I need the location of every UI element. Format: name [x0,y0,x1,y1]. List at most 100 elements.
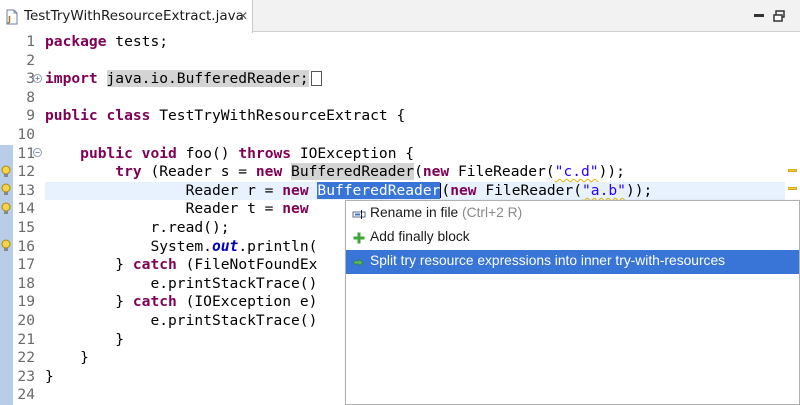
code-token: )); [598,163,625,181]
static-field: out [211,237,239,255]
code-line: try (Reader s = new BufferedReader(new F… [45,163,625,182]
quick-fix-bulb-icon[interactable] [0,239,12,253]
code-token: } [115,330,125,348]
string-literal: "a.b" [582,181,626,199]
line-number: 8 [26,88,35,106]
line-number: 22 [17,349,35,367]
keyword: public [45,107,98,125]
code-line: System.out.println( [45,238,317,257]
line-number: 10 [17,126,35,143]
quick-fix-bulb-icon[interactable] [0,165,12,179]
code-token: (Reader s = [141,163,256,181]
code-token: r.read(); [150,219,230,236]
code-line: public class TestTryWithResourceExtract … [45,107,405,126]
line-number: 18 [17,274,35,292]
quick-assist-item-rename[interactable]: Rename in file (Ctrl+2 R) [346,202,799,226]
keyword: void [141,144,177,162]
line-number: 17 [17,256,35,274]
code-token: ( [414,163,423,181]
code-line: Reader r = new BufferedReader(new FileRe… [45,181,653,201]
keyword: new [282,181,309,199]
keyword: import [45,70,98,88]
selected-text[interactable]: BufferedReader [317,181,441,199]
close-icon[interactable]: ✕ [236,9,250,23]
folded-region-box[interactable] [310,71,322,87]
code-token: tests; [106,33,169,50]
keyword: catch [132,293,177,311]
code-line: } catch (IOException e) [45,293,317,312]
line-number: 14 [17,200,35,218]
code-token: )); [625,181,653,199]
maximize-icon[interactable] [772,9,786,23]
java-file-icon: J [6,9,18,25]
quick-assist-item-add-finally[interactable]: Add finally block [346,226,799,250]
code-token: foo() [176,144,239,162]
keyword: public [80,144,133,162]
quick-assist-label: Add finally block [370,229,470,244]
code-line: import java.io.BufferedReader; [45,70,322,89]
quick-assist-label: Split try resource expressions into inne… [370,253,726,268]
collapse-fold-icon[interactable]: − [33,148,42,157]
add-icon [353,232,365,244]
code-line: r.read(); [45,219,230,238]
quick-fix-bulb-icon[interactable] [0,183,12,197]
quick-fix-bulb-icon[interactable] [0,202,12,216]
quick-assist-item-split-try[interactable]: Split try resource expressions into inne… [346,250,799,274]
code-token: (FileNotFoundEx [176,256,318,274]
code-token: FileReader( [476,181,583,199]
code-token: TestTryWithResourceExtract { [150,107,406,125]
warning-marker[interactable] [788,169,797,172]
code-token: } [115,256,133,274]
keyword: catch [132,256,177,274]
editor-tab[interactable]: J TestTryWithResourceExtract.java ✕ [0,0,253,33]
code-line: e.printStackTrace() [45,312,317,331]
line-number: 9 [26,107,35,125]
annotation-ruler [0,33,13,405]
code-token: Reader t = [185,200,283,218]
occurrence-highlight: BufferedReader [291,163,415,181]
keyword: new [450,181,477,199]
code-line: } catch (FileNotFoundEx [45,256,317,275]
expand-fold-icon[interactable]: + [33,74,42,83]
line-number: 15 [17,219,35,236]
line-number: 16 [17,237,35,255]
code-token: FileReader( [449,163,555,181]
code-line: package tests; [45,33,168,52]
editor-tab-bar: J TestTryWithResourceExtract.java ✕ [0,0,800,33]
code-token: } [80,349,89,367]
code-line: } [45,368,54,387]
code-token: (IOException e) [176,293,318,311]
minimize-icon[interactable] [752,9,766,23]
rename-icon [352,210,366,219]
code-line: public void foo() throws IOException { [45,145,414,164]
keyword: package [45,33,107,50]
line-number: 21 [17,330,35,348]
import-statement: java.io.BufferedReader; [106,70,309,88]
code-token: } [115,293,133,311]
quick-assist-popup[interactable]: Rename in file (Ctrl+2 R) Add finally bl… [345,200,800,405]
code-token: e.printStackTrace() [150,274,318,292]
code-token: IOException { [291,144,415,162]
code-token: Reader r = [185,181,283,199]
code-token: e.printStackTrace() [150,312,318,329]
line-number: 11 [17,144,35,162]
keyword: try [115,163,142,181]
line-number: 19 [17,293,35,311]
code-line: } [45,349,89,368]
shortcut-hint: (Ctrl+2 R) [458,205,523,220]
code-token: System. [150,237,212,255]
keyword: class [106,107,151,125]
code-token: } [45,367,54,385]
warning-marker[interactable] [788,187,797,190]
line-number: 1 [26,33,35,50]
line-number: 2 [26,51,35,69]
line-number: 20 [17,312,35,329]
keyword: new [422,163,450,181]
